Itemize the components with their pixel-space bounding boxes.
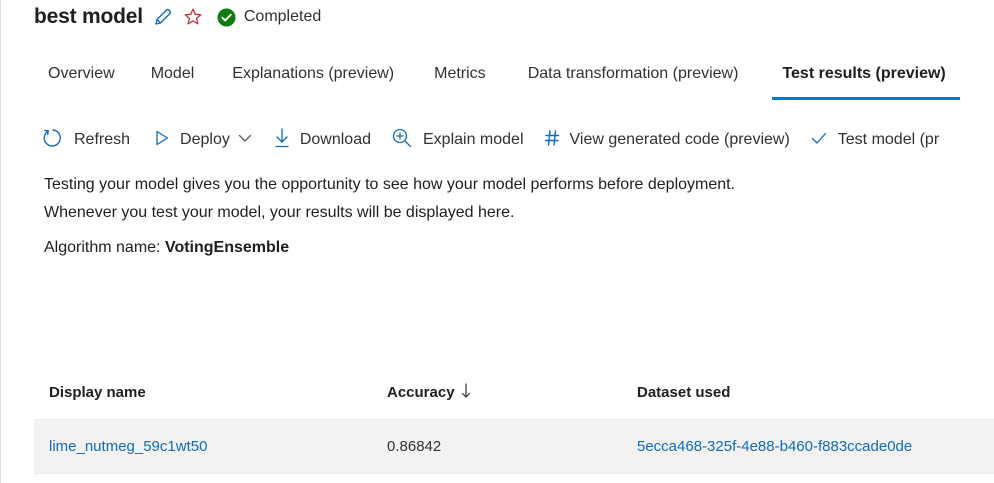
page-header: best model Completed — [34, 2, 321, 32]
table-header: Display name Accuracy Dataset used — [34, 366, 994, 420]
tab-metrics[interactable]: Metrics — [420, 60, 500, 100]
column-header-display-name[interactable]: Display name — [34, 384, 372, 401]
left-border — [0, 0, 1, 483]
chevron-down-icon[interactable] — [238, 131, 252, 150]
tab-model[interactable]: Model — [137, 60, 209, 100]
test-results-table: Display name Accuracy Dataset used lime_… — [34, 366, 994, 474]
description-line-2: Whenever you test your model, your resul… — [44, 204, 515, 221]
display-name-cell: lime_nutmeg_59c1wt50 — [34, 438, 372, 455]
checkmark-icon — [810, 129, 828, 152]
zoom-in-icon — [391, 127, 413, 154]
dataset-cell: 5ecca468-325f-4e88-b460-f883ccade0de — [622, 438, 994, 455]
dataset-link[interactable]: 5ecca468-325f-4e88-b460-f883ccade0de — [637, 438, 912, 455]
description-line-1: Testing your model gives you the opportu… — [44, 176, 736, 193]
star-icon[interactable] — [183, 7, 203, 27]
table-row[interactable]: lime_nutmeg_59c1wt50 0.86842 5ecca468-32… — [34, 420, 994, 474]
download-button[interactable]: Download — [274, 127, 371, 154]
pencil-icon[interactable] — [153, 7, 173, 27]
test-model-button[interactable]: Test model (pr — [810, 129, 939, 152]
command-bar: Refresh Deploy Download Explain model Vi… — [42, 126, 939, 154]
play-icon — [154, 129, 170, 152]
tab-bar: Overview Model Explanations (preview) Me… — [34, 60, 961, 100]
test-results-description: Testing your model gives you the opportu… — [44, 171, 735, 227]
status-text: Completed — [243, 8, 322, 25]
explain-model-button[interactable]: Explain model — [391, 127, 524, 154]
tab-overview[interactable]: Overview — [34, 60, 129, 100]
view-generated-code-label: View generated code (preview) — [569, 131, 790, 148]
refresh-icon — [42, 127, 64, 154]
tab-test-results[interactable]: Test results (preview) — [768, 60, 961, 100]
test-model-label: Test model (pr — [837, 131, 940, 148]
explain-model-label: Explain model — [423, 131, 524, 148]
download-icon — [274, 127, 290, 154]
accuracy-cell: 0.86842 — [387, 438, 442, 455]
download-label: Download — [299, 131, 371, 148]
tab-explanations[interactable]: Explanations (preview) — [218, 60, 408, 100]
algorithm-label: Algorithm name: — [44, 239, 161, 256]
algorithm-info: Algorithm name: VotingEnsemble — [44, 236, 289, 260]
column-header-dataset-used[interactable]: Dataset used — [622, 384, 994, 401]
view-generated-code-button[interactable]: View generated code (preview) — [544, 128, 790, 153]
sort-descending-icon — [461, 382, 471, 404]
refresh-button[interactable]: Refresh — [42, 127, 130, 154]
deploy-button[interactable]: Deploy — [154, 129, 252, 152]
tab-data-transformation[interactable]: Data transformation (preview) — [514, 60, 753, 100]
column-header-accuracy[interactable]: Accuracy — [372, 382, 622, 404]
check-circle-icon — [217, 7, 236, 27]
refresh-label: Refresh — [74, 131, 131, 148]
display-name-link[interactable]: lime_nutmeg_59c1wt50 — [49, 438, 207, 455]
hash-icon — [544, 128, 560, 153]
algorithm-value: VotingEnsemble — [164, 239, 290, 256]
status-badge: Completed — [217, 7, 322, 27]
page-title: best model — [34, 5, 143, 28]
deploy-label: Deploy — [180, 131, 230, 148]
